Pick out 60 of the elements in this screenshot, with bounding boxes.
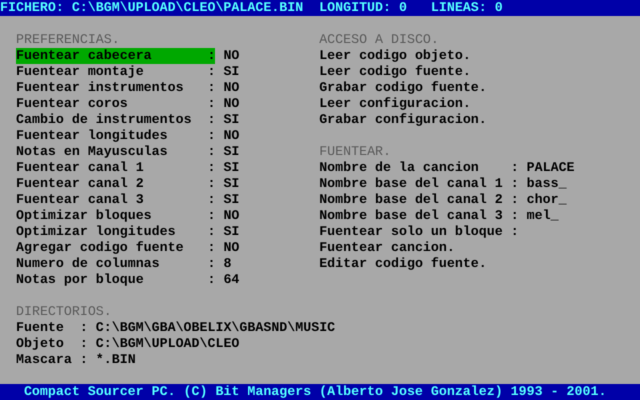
menu-item[interactable]: Leer codigo objeto. [319, 48, 471, 64]
field-value: PALACE [526, 160, 575, 176]
path-value: *.BIN [96, 352, 136, 368]
option-value: NO [223, 208, 240, 224]
menu-item[interactable]: Optimizar longitudes : [16, 224, 216, 240]
menu-item[interactable]: Notas por bloque : [16, 272, 216, 288]
menu-item[interactable]: Grabar configuracion. [319, 112, 487, 128]
field-value: bass_ [526, 176, 567, 192]
menu-item[interactable]: Fuentear montaje : [16, 64, 216, 80]
status-text: FICHERO: C:\BGM\UPLOAD\CLEO\PALACE.BIN [0, 0, 304, 16]
menu-item[interactable]: Agregar codigo fuente : [16, 240, 216, 256]
option-value: SI [223, 160, 240, 176]
section-title: ACCESO A DISCO. [319, 32, 440, 48]
menu-item[interactable]: Leer codigo fuente. [319, 64, 471, 80]
path-value: C:\BGM\UPLOAD\CLEO [96, 336, 240, 352]
menu-item[interactable]: Numero de columnas : [16, 256, 216, 272]
path-value: C:\BGM\GBA\OBELIX\GBASND\MUSIC [96, 320, 336, 336]
option-value: SI [223, 144, 240, 160]
option-value: SI [223, 176, 240, 192]
option-value: 8 [223, 256, 232, 272]
menu-item[interactable]: Nombre base del canal 1 : [319, 176, 519, 192]
field-label: Fuente : [16, 320, 88, 336]
option-value: NO [223, 96, 240, 112]
option-value: SI [223, 224, 240, 240]
menu-item[interactable]: Cambio de instrumentos : [16, 112, 216, 128]
menu-item[interactable]: Nombre base del canal 3 : [319, 208, 519, 224]
menu-item[interactable]: Leer configuracion. [319, 96, 471, 112]
menu-item[interactable]: Fuentear longitudes : [16, 128, 216, 144]
menu-item[interactable]: Fuentear cancion. [319, 240, 455, 256]
menu-item[interactable]: Editar codigo fuente. [319, 256, 487, 272]
field-label: Mascara : [16, 352, 88, 368]
section-title: FUENTEAR. [319, 144, 392, 160]
menu-item[interactable]: Nombre base del canal 2 : [319, 192, 519, 208]
option-value: NO [223, 128, 240, 144]
menu-item[interactable]: Fuentear canal 3 : [16, 192, 216, 208]
option-value: NO [223, 80, 240, 96]
menu-item[interactable]: Grabar codigo fuente. [319, 80, 487, 96]
option-value: NO [223, 240, 240, 256]
field-label: Objeto : [16, 336, 88, 352]
menu-item[interactable]: Fuentear solo un bloque : [319, 224, 519, 240]
menu-item[interactable]: Nombre de la cancion : [319, 160, 519, 176]
status-text: LONGITUD: 0 [319, 0, 408, 16]
field-value: chor_ [526, 192, 567, 208]
menu-item[interactable]: Fuentear cabecera : [16, 48, 216, 64]
option-value: NO [223, 48, 240, 64]
section-title: PREFERENCIAS. [16, 32, 121, 48]
menu-item[interactable]: Notas en Mayusculas : [16, 144, 216, 160]
option-value: SI [223, 112, 240, 128]
field-value: mel_ [526, 208, 559, 224]
section-title: DIRECTORIOS. [16, 304, 113, 320]
menu-item[interactable]: Fuentear canal 2 : [16, 176, 216, 192]
menu-item[interactable]: Optimizar bloques : [16, 208, 216, 224]
option-value: SI [223, 192, 240, 208]
menu-item[interactable]: Fuentear canal 1 : [16, 160, 216, 176]
option-value: 64 [223, 272, 240, 288]
status-text: LINEAS: 0 [430, 0, 504, 16]
menu-item[interactable]: Fuentear instrumentos : [16, 80, 216, 96]
copyright-text: Compact Sourcer PC. (C) Bit Managers (Alberto Jose Gonzalez) 1993 - 2001. [22, 384, 608, 400]
menu-item[interactable]: Fuentear coros : [16, 96, 216, 112]
option-value: SI [223, 64, 240, 80]
